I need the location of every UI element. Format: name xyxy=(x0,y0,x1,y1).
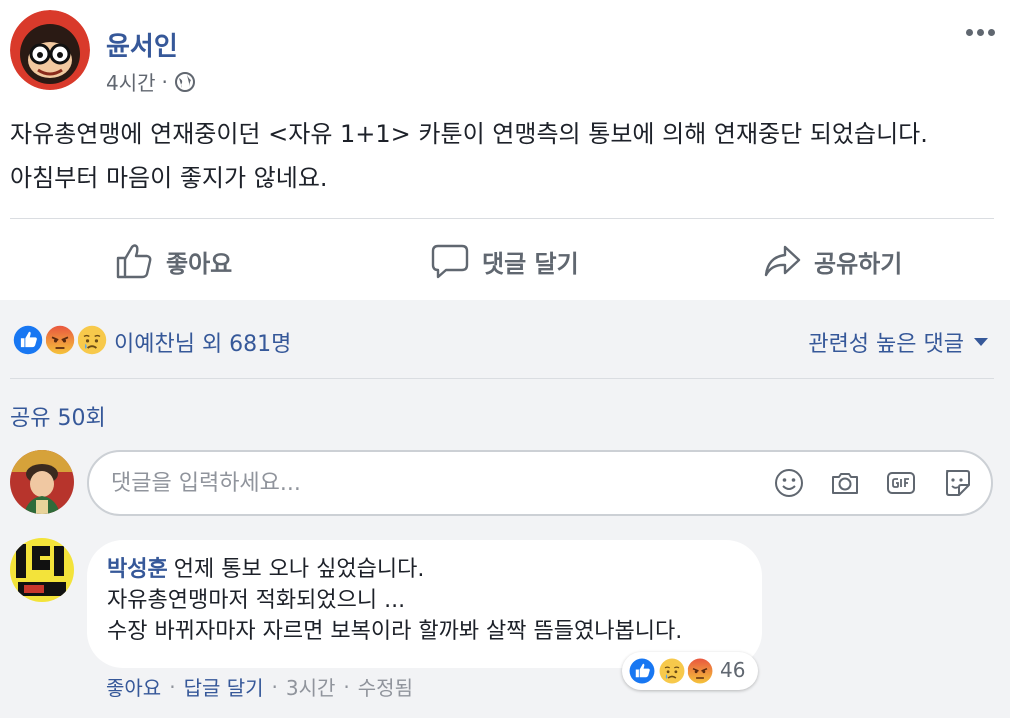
footer-separator: · xyxy=(271,674,278,699)
like-button[interactable]: 좋아요 xyxy=(114,222,232,300)
share-arrow-icon xyxy=(764,245,801,277)
comment-sort-dropdown[interactable]: 관련성 높은 댓글 xyxy=(808,326,988,358)
post-text-line: 자유총연맹에 연재중이던 <자유 1+1> 카툰이 연맹측의 통보에 의해 연재… xyxy=(10,120,928,148)
reaction-count-link[interactable]: 이예찬님 외 681명 xyxy=(114,326,291,358)
comment-time[interactable]: 3시간 xyxy=(286,672,336,701)
post-actions: 좋아요 댓글 달기 공유하기 xyxy=(0,222,1010,300)
divider xyxy=(10,218,994,219)
post-time[interactable]: 4시간 xyxy=(106,67,156,96)
comment-button-label: 댓글 달기 xyxy=(482,249,579,278)
like-button-label: 좋아요 xyxy=(166,249,233,278)
comment-input-box[interactable] xyxy=(87,450,993,516)
emoji-icon[interactable] xyxy=(773,467,805,499)
sticker-icon[interactable] xyxy=(941,467,973,499)
globe-icon[interactable] xyxy=(174,71,196,93)
comment-bubble: 박성훈 언제 통보 오나 싶었습니다. 자유총연맹마저 적화되었으니 ... 수장… xyxy=(87,540,762,668)
comment-text-line: 수장 바뀌자마자 자르면 보복이라 할까봐 살짝 뜸들였나봅니다. xyxy=(107,619,683,644)
author-avatar[interactable] xyxy=(10,10,90,90)
comment-footer: 좋아요 · 답글 달기 · 3시간 · 수정됨 xyxy=(106,672,413,701)
speech-bubble-icon xyxy=(431,244,469,279)
divider xyxy=(10,378,994,379)
comment-text-line: 언제 통보 오나 싶었습니다. xyxy=(173,557,425,582)
post-author-name[interactable]: 윤서인 xyxy=(106,26,178,63)
sad-icon xyxy=(656,655,688,687)
like-icon xyxy=(626,655,658,687)
like-icon xyxy=(10,322,46,358)
footer-separator: · xyxy=(169,674,176,699)
more-options-icon[interactable] xyxy=(960,20,1000,44)
gif-icon[interactable] xyxy=(885,467,917,499)
comment-text-line: 자유총연맹마저 적화되었으니 ... xyxy=(107,588,406,613)
post-text-line: 아침부터 마음이 좋지가 않네요. xyxy=(10,164,328,192)
comment-edited-label[interactable]: 수정됨 xyxy=(358,672,413,701)
comment-button[interactable]: 댓글 달기 xyxy=(430,222,579,300)
angry-icon xyxy=(42,322,78,358)
meta-separator: · xyxy=(161,69,168,94)
footer-separator: · xyxy=(343,674,350,699)
camera-icon[interactable] xyxy=(829,467,861,499)
caret-down-icon xyxy=(974,338,988,346)
sad-icon xyxy=(74,322,110,358)
post-header: 윤서인 4시간 · xyxy=(10,10,1000,95)
thumbs-up-icon xyxy=(116,244,152,279)
share-button[interactable]: 공유하기 xyxy=(762,222,902,300)
comments-section: 이예찬님 외 681명 관련성 높은 댓글 공유 50회 댓글을 입력하세요..… xyxy=(0,300,1010,718)
share-button-label: 공유하기 xyxy=(814,249,903,278)
post-body: 자유총연맹에 연재중이던 <자유 1+1> 카툰이 연맹측의 통보에 의해 연재… xyxy=(10,112,1000,200)
share-count-link[interactable]: 공유 50회 xyxy=(10,400,106,432)
comment-like-link[interactable]: 좋아요 xyxy=(106,672,161,701)
current-user-avatar[interactable] xyxy=(10,450,74,514)
commenter-avatar[interactable] xyxy=(10,538,74,602)
reactions-summary: 이예찬님 외 681명 관련성 높은 댓글 xyxy=(10,320,994,360)
comment-reactions[interactable]: 46 xyxy=(622,652,758,690)
comment-author-name[interactable]: 박성훈 xyxy=(107,557,168,582)
angry-icon xyxy=(684,655,716,687)
comment-reaction-count: 46 xyxy=(720,658,746,682)
comment-reply-link[interactable]: 답글 달기 xyxy=(184,672,264,701)
post-meta: 4시간 · xyxy=(106,67,196,96)
sort-label: 관련성 높은 댓글 xyxy=(808,332,964,357)
comment-input[interactable] xyxy=(111,452,751,514)
